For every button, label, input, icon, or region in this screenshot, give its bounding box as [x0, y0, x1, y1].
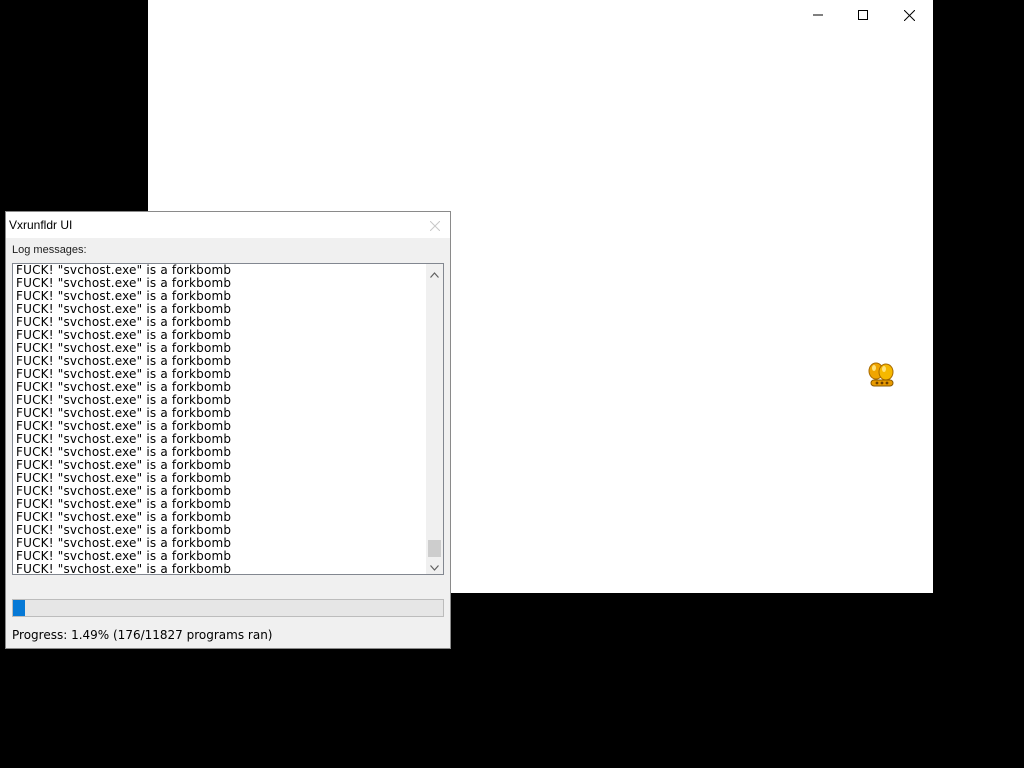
vxrunfldr-window: Vxrunfldr UI Log messages: FUCK! "svchos…	[5, 211, 451, 649]
close-button[interactable]	[886, 0, 932, 30]
progress-fill	[13, 600, 25, 616]
title-bar[interactable]: Vxrunfldr UI	[6, 212, 450, 238]
log-list: FUCK! "svchost.exe" is a forkbomb FUCK! "…	[16, 264, 426, 574]
close-icon	[903, 9, 915, 21]
scroll-thumb[interactable]	[428, 540, 441, 557]
progress-status-text: Progress: 1.49% (176/11827 programs ran)	[12, 628, 273, 642]
minimize-icon	[813, 10, 823, 20]
close-icon	[429, 216, 441, 235]
scroll-up-button[interactable]	[426, 264, 443, 281]
close-button[interactable]	[424, 215, 446, 235]
gold-bells-icon[interactable]	[866, 360, 898, 392]
log-listbox[interactable]: FUCK! "svchost.exe" is a forkbomb FUCK! "…	[12, 263, 444, 575]
log-scrollbar[interactable]	[426, 264, 443, 574]
minimize-button[interactable]	[795, 0, 841, 30]
maximize-button[interactable]	[840, 0, 886, 30]
chevron-down-icon	[430, 556, 439, 574]
maximize-icon	[858, 10, 868, 20]
scroll-down-button[interactable]	[426, 557, 443, 574]
chevron-up-icon	[430, 264, 439, 282]
log-messages-label: Log messages:	[12, 244, 87, 256]
log-line: FUCK! "svchost.exe" is a forkbomb	[16, 562, 232, 575]
window-title: Vxrunfldr UI	[9, 218, 73, 232]
progress-bar	[12, 599, 444, 617]
